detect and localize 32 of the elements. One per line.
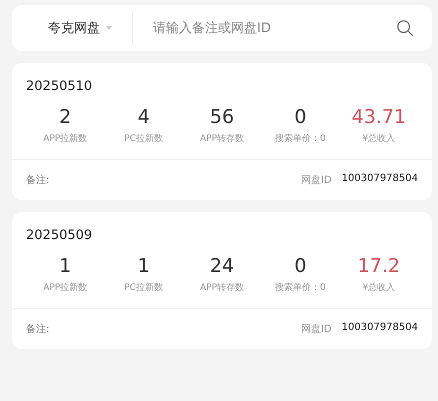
stat-label: APP拉新数 [43, 132, 88, 145]
stat-label: ¥总收入 [362, 132, 396, 145]
stat-value: 0 [294, 255, 306, 277]
note-label: 备注: [26, 322, 50, 336]
stat-label: APP转存数 [200, 282, 244, 294]
income-value: 43.71 [352, 106, 406, 128]
stat-value: 4 [138, 106, 150, 128]
record-date: 20250509 [26, 228, 94, 243]
stat-label: APP拉新数 [43, 282, 88, 294]
id-value: 100307978504 [342, 173, 418, 186]
stat-value: 24 [210, 255, 234, 277]
caret-icon [106, 26, 112, 30]
stat-value: 56 [210, 106, 234, 128]
stat-value: 1 [59, 255, 72, 277]
income-value: 17.2 [358, 255, 400, 277]
stat-label: 搜索单价：0 [275, 132, 326, 145]
stat-label: APP转存数 [200, 132, 244, 145]
search-icon[interactable] [396, 19, 414, 37]
stat-value: 2 [59, 106, 72, 128]
stat-label: PC拉新数 [124, 132, 163, 145]
search-field[interactable]: 请输入备注或网盘ID [153, 20, 396, 36]
id-label: 网盘ID [300, 174, 332, 187]
record-date: 20250510 [26, 79, 94, 94]
stat-label: ¥总收入 [362, 282, 396, 294]
stat-value: 0 [294, 106, 306, 128]
platform-dropdown[interactable]: 夸克网盘 [48, 19, 112, 37]
id-value: 100307978504 [342, 322, 418, 335]
id-label: 网盘ID [300, 323, 332, 336]
stat-label: 搜索单价：0 [275, 282, 326, 294]
stat-label: PC拉新数 [124, 282, 163, 294]
stat-value: 1 [138, 255, 150, 277]
note-label: 备注: [26, 174, 50, 187]
